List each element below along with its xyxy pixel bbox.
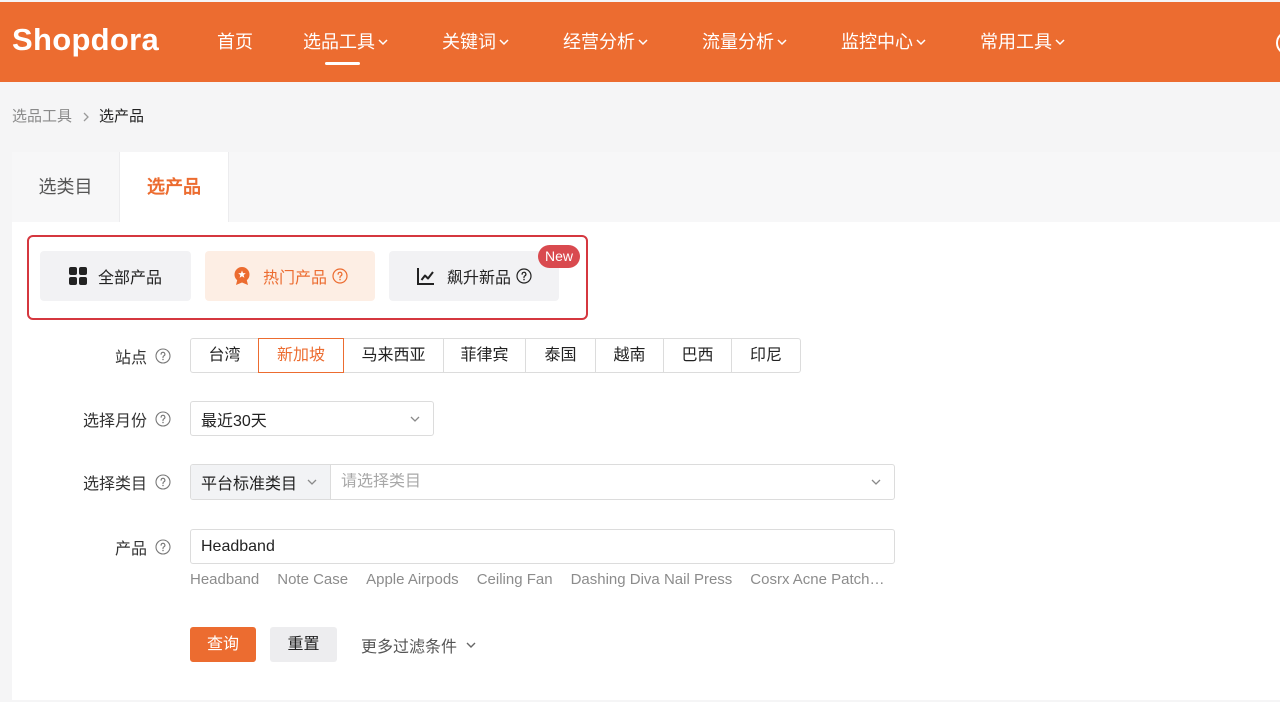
product-suggestions: Headband Note Case Apple Airpods Ceiling…	[190, 570, 895, 590]
category-source-select[interactable]: 平台标准类目	[191, 465, 331, 499]
medal-icon	[234, 267, 250, 285]
help-icon[interactable]	[155, 410, 171, 427]
nav-item-business-analysis[interactable]: 经营分析	[563, 28, 649, 56]
product-label-text: 产品	[114, 540, 147, 558]
hot-products-button[interactable]: 热门产品	[205, 251, 375, 301]
site-option-thailand[interactable]: 泰国	[525, 338, 596, 373]
breadcrumb-item-current: 选产品	[99, 108, 145, 125]
nav-item-label: 流量分析	[702, 32, 774, 52]
category-label-text: 选择类目	[82, 476, 147, 493]
nav-item-home[interactable]: 首页	[217, 28, 253, 56]
month-select[interactable]: 最近30天	[190, 401, 434, 436]
suggestion-item[interactable]: Headband	[190, 570, 259, 590]
tab-select-category[interactable]: 选类目	[12, 152, 120, 222]
suggestion-item[interactable]: Cosrx Acne Patch…	[750, 570, 884, 590]
category-picker: 平台标准类目	[190, 464, 895, 500]
chevron-down-icon	[916, 39, 926, 46]
search-button[interactable]: 查询	[190, 627, 256, 662]
nav-item-label: 首页	[217, 32, 253, 52]
site-label: 站点	[32, 338, 171, 373]
chevron-down-icon	[871, 479, 881, 485]
new-badge: New	[538, 245, 580, 268]
nav-item-label: 关键词	[442, 32, 496, 52]
category-input[interactable]	[341, 473, 870, 491]
chevron-down-icon	[378, 39, 388, 46]
nav-item-label: 监控中心	[841, 32, 913, 52]
nav-item-label: 常用工具	[980, 32, 1052, 52]
tab-bar: 选类目 选产品	[12, 152, 1280, 222]
category-source-value: 平台标准类目	[201, 476, 298, 493]
site-selector: 台湾 新加坡 马来西亚 菲律宾 泰国 越南 巴西 印尼	[190, 338, 801, 373]
avatar[interactable]	[1276, 31, 1280, 55]
month-label: 选择月份	[32, 401, 171, 436]
nav-item-label: 选品工具	[303, 32, 375, 52]
month-label-text: 选择月份	[82, 412, 147, 430]
chevron-down-icon	[499, 39, 509, 46]
breadcrumb-item-product-tools[interactable]: 选品工具	[12, 107, 72, 127]
chevron-down-icon	[410, 416, 420, 422]
help-icon[interactable]	[332, 268, 348, 284]
product-search-input[interactable]	[190, 529, 895, 564]
more-filters-toggle[interactable]: 更多过滤条件	[361, 627, 477, 662]
suggestion-item[interactable]: Note Case	[277, 570, 348, 590]
breadcrumb: 选品工具 选产品	[12, 107, 144, 127]
help-icon[interactable]	[155, 347, 171, 364]
nav-item-monitoring-center[interactable]: 监控中心	[841, 28, 927, 56]
category-label: 选择类目	[32, 464, 171, 500]
nav-item-label: 经营分析	[563, 32, 635, 52]
site-option-brazil[interactable]: 巴西	[663, 338, 732, 373]
suggestion-item[interactable]: Dashing Diva Nail Press	[571, 570, 733, 590]
reset-button[interactable]: 重置	[270, 627, 337, 662]
suggestion-item[interactable]: Ceiling Fan	[477, 570, 553, 590]
chevron-down-icon	[1055, 39, 1065, 46]
help-icon[interactable]	[155, 474, 171, 490]
chevron-down-icon	[466, 642, 476, 648]
active-nav-indicator	[325, 62, 360, 65]
tab-select-product[interactable]: 选产品	[120, 152, 229, 222]
product-label: 产品	[32, 529, 171, 564]
site-option-malaysia[interactable]: 马来西亚	[343, 338, 444, 373]
more-filters-label: 更多过滤条件	[361, 638, 458, 656]
chevron-right-icon	[83, 112, 89, 122]
main-panel: 选类目 选产品 全部产品 热门产品 飙升新品 New 站点 台湾 新加坡 马来西…	[12, 152, 1280, 700]
site-option-vietnam[interactable]: 越南	[595, 338, 664, 373]
category-select[interactable]	[331, 465, 894, 499]
grid-icon	[68, 267, 87, 285]
suggestion-item[interactable]: Apple Airpods	[366, 570, 459, 590]
trend-chart-icon	[416, 268, 434, 285]
logo[interactable]: Shopdora	[12, 20, 159, 60]
site-option-singapore[interactable]: 新加坡	[258, 338, 344, 373]
all-products-button[interactable]: 全部产品	[40, 251, 191, 301]
rising-new-products-button[interactable]: 飙升新品	[389, 251, 559, 301]
help-icon[interactable]	[516, 268, 532, 284]
site-option-indonesia[interactable]: 印尼	[731, 338, 801, 373]
nav-item-common-tools[interactable]: 常用工具	[980, 28, 1066, 56]
help-icon[interactable]	[155, 538, 171, 555]
chevron-down-icon	[777, 39, 787, 46]
chevron-down-icon	[638, 39, 648, 46]
nav-item-product-tools[interactable]: 选品工具	[303, 28, 389, 56]
site-label-text: 站点	[114, 349, 147, 367]
month-select-value: 最近30天	[201, 412, 267, 430]
hot-products-label: 热门产品	[262, 270, 327, 287]
nav-item-keywords[interactable]: 关键词	[442, 28, 510, 56]
nav-item-traffic-analysis[interactable]: 流量分析	[702, 28, 788, 56]
chevron-down-icon	[307, 479, 317, 485]
top-navbar: Shopdora 首页 选品工具 关键词 经营分析 流量分析 监控中心 常用工具	[0, 2, 1280, 82]
site-option-philippines[interactable]: 菲律宾	[443, 338, 526, 373]
all-products-label: 全部产品	[97, 270, 162, 287]
rising-new-products-label: 飙升新品	[446, 270, 511, 287]
site-option-taiwan[interactable]: 台湾	[190, 338, 259, 373]
